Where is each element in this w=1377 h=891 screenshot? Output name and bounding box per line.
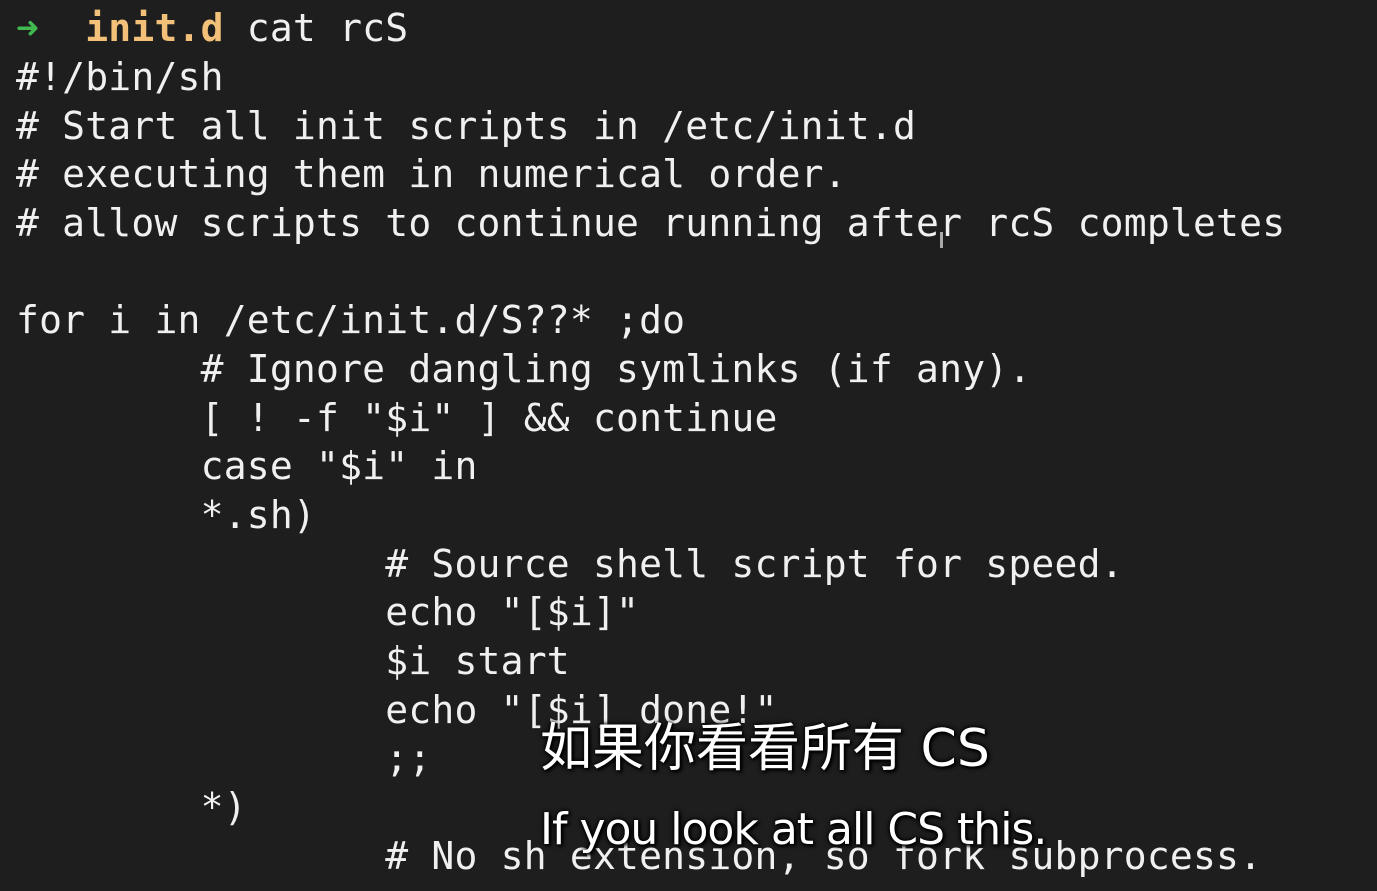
terminal-window[interactable]: ➜ init.d cat rcS #!/bin/sh # Start all i… — [0, 0, 1377, 891]
subtitle-chinese: 如果你看看所有 CS — [540, 719, 990, 779]
output-line: # allow scripts to continue running afte… — [16, 201, 1286, 245]
output-line: # Start all init scripts in /etc/init.d — [16, 104, 917, 148]
prompt-command: cat rcS — [246, 6, 409, 50]
prompt-directory: init.d — [85, 6, 224, 50]
subtitle-english: If you look at all CS this. — [540, 804, 1047, 855]
output-line: *) — [16, 785, 247, 829]
output-line: case "$i" in — [16, 444, 478, 488]
output-line: $i start — [16, 639, 570, 683]
output-line: *.sh) — [16, 493, 317, 537]
output-line: # Ignore dangling symlinks (if any). — [16, 347, 1032, 391]
output-line: ;; — [16, 736, 432, 780]
output-line: for i in /etc/init.d/S??* ;do — [16, 298, 686, 342]
output-line: echo "[$i]" — [16, 590, 640, 634]
mouse-cursor-icon — [940, 232, 943, 248]
output-line: [ ! -f "$i" ] && continue — [16, 396, 778, 440]
output-line: #!/bin/sh — [16, 55, 224, 99]
prompt-line: ➜ init.d cat rcS — [16, 4, 408, 52]
prompt-arrow-icon: ➜ — [16, 6, 40, 50]
output-line: # executing them in numerical order. — [16, 152, 847, 196]
output-line: # Source shell script for speed. — [16, 542, 1124, 586]
